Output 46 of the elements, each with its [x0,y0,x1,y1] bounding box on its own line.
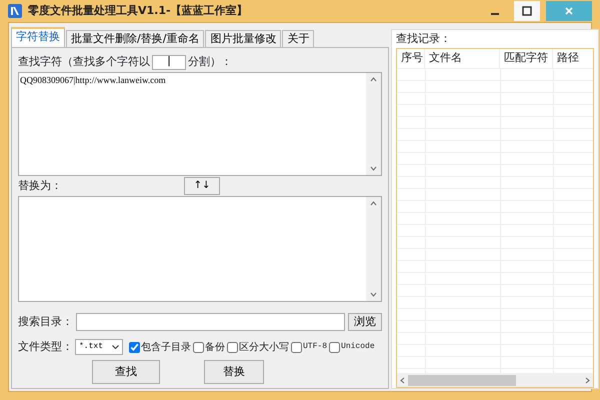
option-label[interactable]: 区分大小写 [239,340,289,354]
maximize-icon [522,6,532,16]
replace-text-area[interactable] [18,196,382,302]
tab[interactable]: 批量文件删除/替换/重命名 [66,30,204,47]
caret-icon [112,345,119,349]
column-header[interactable]: 路径 [553,49,593,68]
option-checkbox[interactable] [291,342,302,352]
scroll-down-icon[interactable] [370,292,377,297]
results-label: 查找记录： [396,30,452,47]
tab[interactable]: 关于 [282,30,314,47]
tab[interactable]: 字符替换 [11,27,65,47]
close-icon [564,6,574,16]
scroll-left-icon[interactable] [400,376,405,384]
find-label-end: 分割）： [188,54,232,70]
swap-button[interactable]: ↑↓ [184,177,220,195]
option-label[interactable]: UTF-8 [303,341,328,353]
directory-field[interactable] [76,313,345,331]
find-label: 查找字符（查找多个字符以 [18,54,150,70]
option-checkbox[interactable] [193,342,204,352]
action-button[interactable]: 替换 [204,360,264,384]
window-title: 零度文件批量处理工具V1.1-【蓝蓝工作室】 [28,2,248,19]
file-type-select[interactable]: *.txt [75,339,123,355]
scroll-up-icon[interactable] [370,77,377,82]
scrollbar-thumb[interactable] [408,374,516,386]
file-type-label: 文件类型： [18,338,73,355]
replace-label: 替换为： [18,178,63,194]
maximize-button[interactable] [514,1,540,21]
option-checkbox[interactable] [129,342,140,352]
option-label[interactable]: Unicode [341,341,375,353]
scroll-up-icon[interactable] [370,201,377,206]
option-label[interactable]: 备份 [205,340,225,354]
app-logo-icon [8,4,22,18]
option-checkbox[interactable] [227,342,238,352]
tab[interactable]: 图片批量修改 [205,30,282,47]
delimiter-field[interactable]: | [152,54,186,70]
minimize-icon [491,13,499,15]
browse-button[interactable]: 浏览 [348,313,382,331]
column-header[interactable]: 文件名 [425,49,500,68]
action-button[interactable]: 查找 [92,360,160,384]
scroll-right-icon[interactable] [585,376,590,384]
column-header[interactable]: 匹配字符 [500,49,553,68]
option-checkbox[interactable] [329,342,340,352]
column-header[interactable]: 序号 [397,49,425,68]
directory-label: 搜索目录： [18,314,73,330]
scroll-down-icon[interactable] [370,166,377,171]
option-label[interactable]: 包含子目录 [141,340,191,354]
